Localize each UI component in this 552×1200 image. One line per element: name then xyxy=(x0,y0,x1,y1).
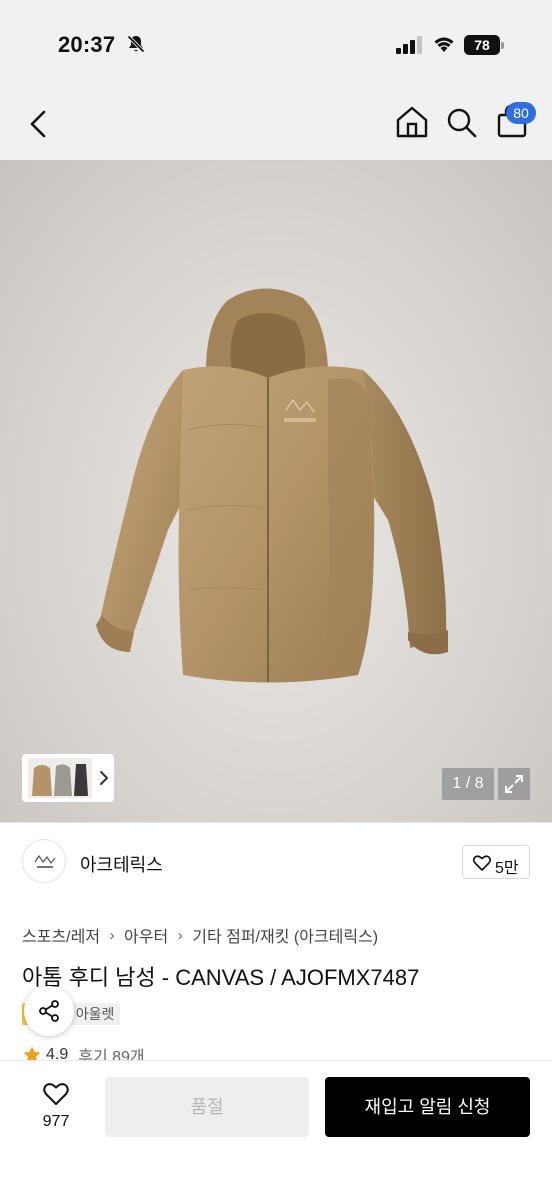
product-image-gallery[interactable]: 1 / 8 xyxy=(0,160,552,822)
status-bar: 20:37 78 xyxy=(0,0,552,88)
search-icon[interactable] xyxy=(444,102,480,142)
arcteryx-logo-icon xyxy=(34,854,56,868)
battery-icon: 78 xyxy=(464,35,504,55)
bottom-action-bar: 977 품절 재입고 알림 신청 xyxy=(0,1060,552,1200)
wifi-icon xyxy=(434,37,454,52)
back-arrow-icon[interactable] xyxy=(24,104,56,144)
share-icon xyxy=(39,1000,59,1022)
outlet-badge: 아울렛 xyxy=(69,1003,121,1025)
expand-icon[interactable] xyxy=(498,768,530,800)
brand-like-button[interactable]: 5만 xyxy=(462,845,530,879)
soldout-button[interactable]: 품절 xyxy=(105,1077,309,1137)
cart-count-badge: 80 xyxy=(506,102,536,124)
home-icon[interactable] xyxy=(394,102,430,142)
chevron-right-icon[interactable] xyxy=(98,768,110,788)
image-page-indicator: 1 / 8 xyxy=(442,768,494,800)
breadcrumb-item[interactable]: 아우터 xyxy=(124,923,168,947)
thumbnail-strip[interactable] xyxy=(22,754,114,802)
chevron-right-icon: › xyxy=(177,926,183,944)
brand-like-count: 5만 xyxy=(495,860,519,877)
battery-level: 78 xyxy=(464,35,500,55)
heart-icon xyxy=(472,855,492,871)
status-time: 20:37 xyxy=(58,32,116,57)
brand-name[interactable]: 아크테릭스 xyxy=(80,851,163,877)
wishlist-count: 977 xyxy=(42,1113,70,1130)
bell-off-icon xyxy=(126,34,146,54)
brand-row[interactable]: 아크테릭스 5만 xyxy=(0,822,552,902)
breadcrumb-item[interactable]: 스포츠/레저 xyxy=(22,923,100,947)
breadcrumb-item[interactable]: 기타 점퍼/재킷 (아크테릭스) xyxy=(192,923,378,947)
product-title: 아톰 후디 남성 - CANVAS / AJOFMX7487 xyxy=(22,965,420,990)
brand-logo[interactable] xyxy=(22,839,66,883)
app-header xyxy=(0,88,552,160)
product-image-jacket[interactable] xyxy=(88,280,458,700)
chevron-right-icon: › xyxy=(109,926,115,944)
wishlist-button[interactable]: 977 xyxy=(28,1079,84,1135)
share-button[interactable] xyxy=(24,986,74,1036)
thumbnail-image[interactable] xyxy=(28,758,92,798)
restock-alert-button[interactable]: 재입고 알림 신청 xyxy=(325,1077,530,1137)
heart-icon xyxy=(43,1083,69,1105)
signal-icon xyxy=(396,36,422,54)
breadcrumb: 스포츠/레저 › 아우터 › 기타 점퍼/재킷 (아크테릭스) xyxy=(22,922,378,948)
